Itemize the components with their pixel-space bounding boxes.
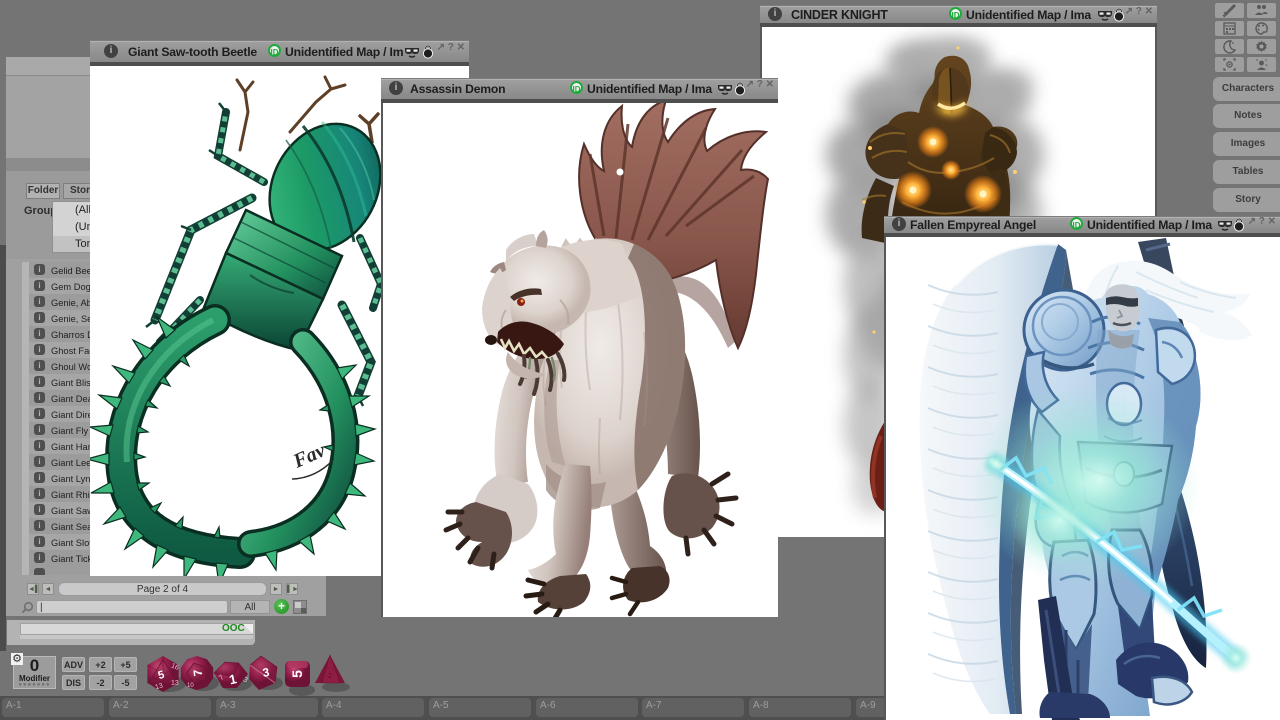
svg-text:10: 10 — [187, 683, 194, 689]
svg-text:2: 2 — [328, 673, 332, 680]
svg-text:5: 5 — [289, 670, 305, 678]
svg-text:13: 13 — [171, 680, 179, 687]
